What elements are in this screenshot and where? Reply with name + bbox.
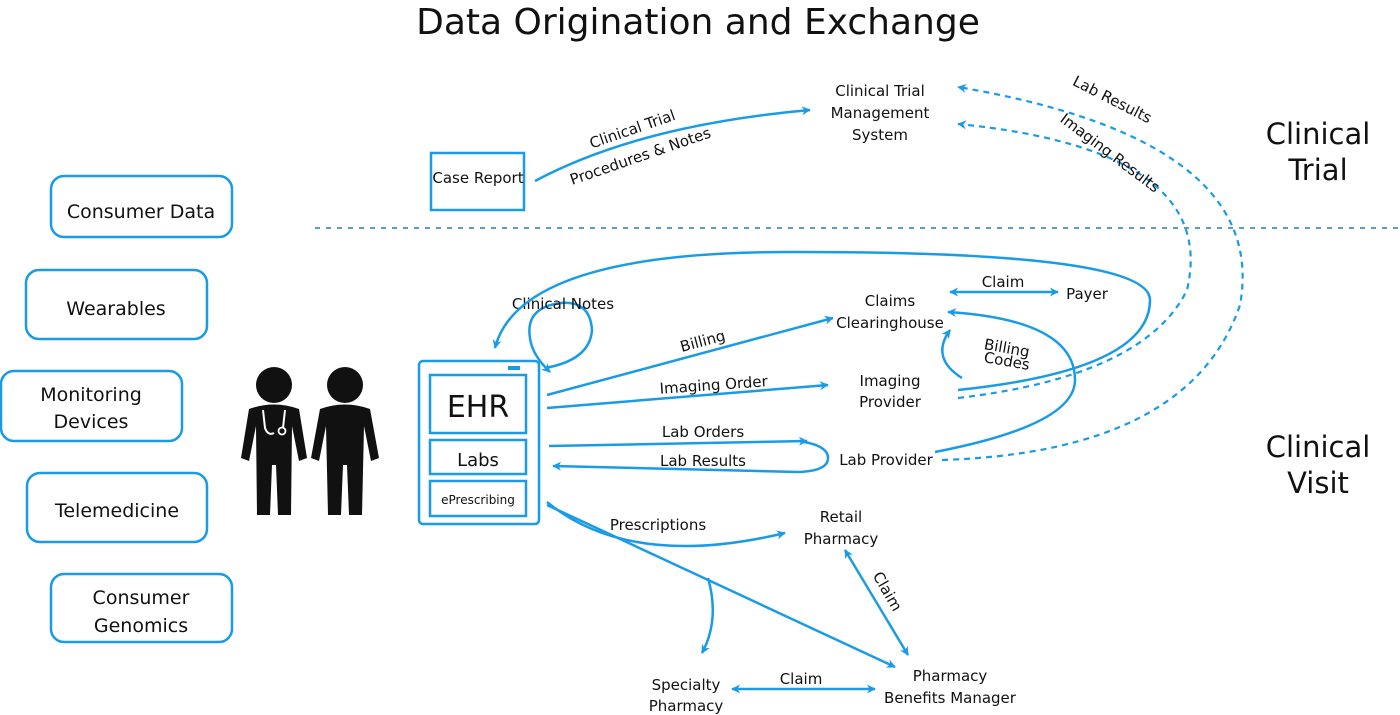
node-label: Imaging — [860, 372, 921, 390]
node-label: Retail — [820, 508, 862, 526]
edge-label: Claim — [780, 670, 823, 688]
patient-icon — [311, 367, 379, 515]
edge-lab-orders — [548, 436, 808, 448]
edge-to-specialty-pharmacy — [700, 577, 714, 654]
node-label: Pharmacy — [649, 697, 724, 715]
page-title: Data Origination and Exchange — [416, 2, 980, 43]
section-label: Clinical — [1266, 430, 1371, 464]
node-label: Claims — [865, 292, 916, 310]
section-clinical-visit: Clinical Visit — [1266, 430, 1371, 500]
edge-label: Imaging Order — [659, 372, 769, 398]
node-label: Pharmacy — [913, 667, 988, 685]
source-label: Genomics — [94, 615, 188, 637]
source-consumer-genomics: Consumer Genomics — [49, 572, 234, 644]
lab-provider-node: Lab Provider — [839, 451, 933, 469]
edge-label: Lab Orders — [662, 423, 744, 441]
ehr-system: EHR Labs ePrescribing — [417, 359, 541, 526]
eprescribing-label: ePrescribing — [441, 493, 515, 507]
pbm-node: Pharmacy Benefits Manager — [884, 667, 1017, 707]
node-label: Clearinghouse — [836, 314, 944, 332]
edge-label: Claim — [869, 569, 906, 615]
source-monitoring-devices: Monitoring Devices — [0, 369, 184, 443]
ehr-device-indicator — [508, 366, 520, 370]
section-label: Clinical — [1266, 117, 1371, 151]
edge-label: Prescriptions — [610, 516, 706, 534]
source-label: Consumer — [93, 587, 190, 609]
source-telemedicine: Telemedicine — [25, 471, 209, 544]
ehr-label: EHR — [447, 390, 509, 425]
source-label: Wearables — [66, 298, 165, 320]
section-label: Visit — [1287, 466, 1349, 500]
edge-label: Clinical Notes — [512, 295, 614, 313]
edge-label: Lab Results — [660, 452, 746, 470]
source-label: Telemedicine — [54, 500, 179, 522]
node-label: Provider — [859, 393, 922, 411]
source-wearables: Wearables — [24, 268, 209, 341]
edge-label: Claim — [982, 273, 1025, 291]
ctms-node: Clinical Trial Management System — [831, 82, 930, 144]
edge-lab-provider-to-clearinghouse — [934, 308, 1077, 454]
node-label: Benefits Manager — [884, 689, 1017, 707]
case-report-node: Case Report — [429, 151, 526, 212]
source-label: Devices — [54, 411, 129, 433]
node-label: Specialty — [652, 676, 721, 694]
doctor-icon — [241, 367, 307, 515]
imaging-provider-node: Imaging Provider — [859, 372, 922, 411]
ctms-label: System — [852, 126, 908, 144]
claims-clearinghouse-node: Claims Clearinghouse — [836, 292, 944, 332]
section-label: Trial — [1287, 153, 1347, 187]
ctms-label: Clinical Trial — [835, 82, 925, 100]
edge-label: Lab Results — [1070, 72, 1155, 127]
payer-node: Payer — [1066, 285, 1109, 303]
data-exchange-diagram: Data Origination and Exchange Clinical T… — [0, 2, 1400, 715]
specialty-pharmacy-node: Specialty Pharmacy — [649, 676, 724, 715]
ctms-label: Management — [831, 104, 930, 122]
edge-billing-codes — [941, 329, 963, 380]
source-label: Monitoring — [40, 384, 142, 406]
source-label: Consumer Data — [67, 201, 215, 223]
edge-label: Billing — [678, 327, 727, 356]
case-report-label: Case Report — [432, 169, 523, 187]
section-clinical-trial: Clinical Trial — [1266, 117, 1371, 187]
node-label: Pharmacy — [804, 530, 879, 548]
retail-pharmacy-node: Retail Pharmacy — [804, 508, 879, 548]
source-consumer-data: Consumer Data — [49, 174, 234, 239]
labs-label: Labs — [457, 450, 499, 471]
